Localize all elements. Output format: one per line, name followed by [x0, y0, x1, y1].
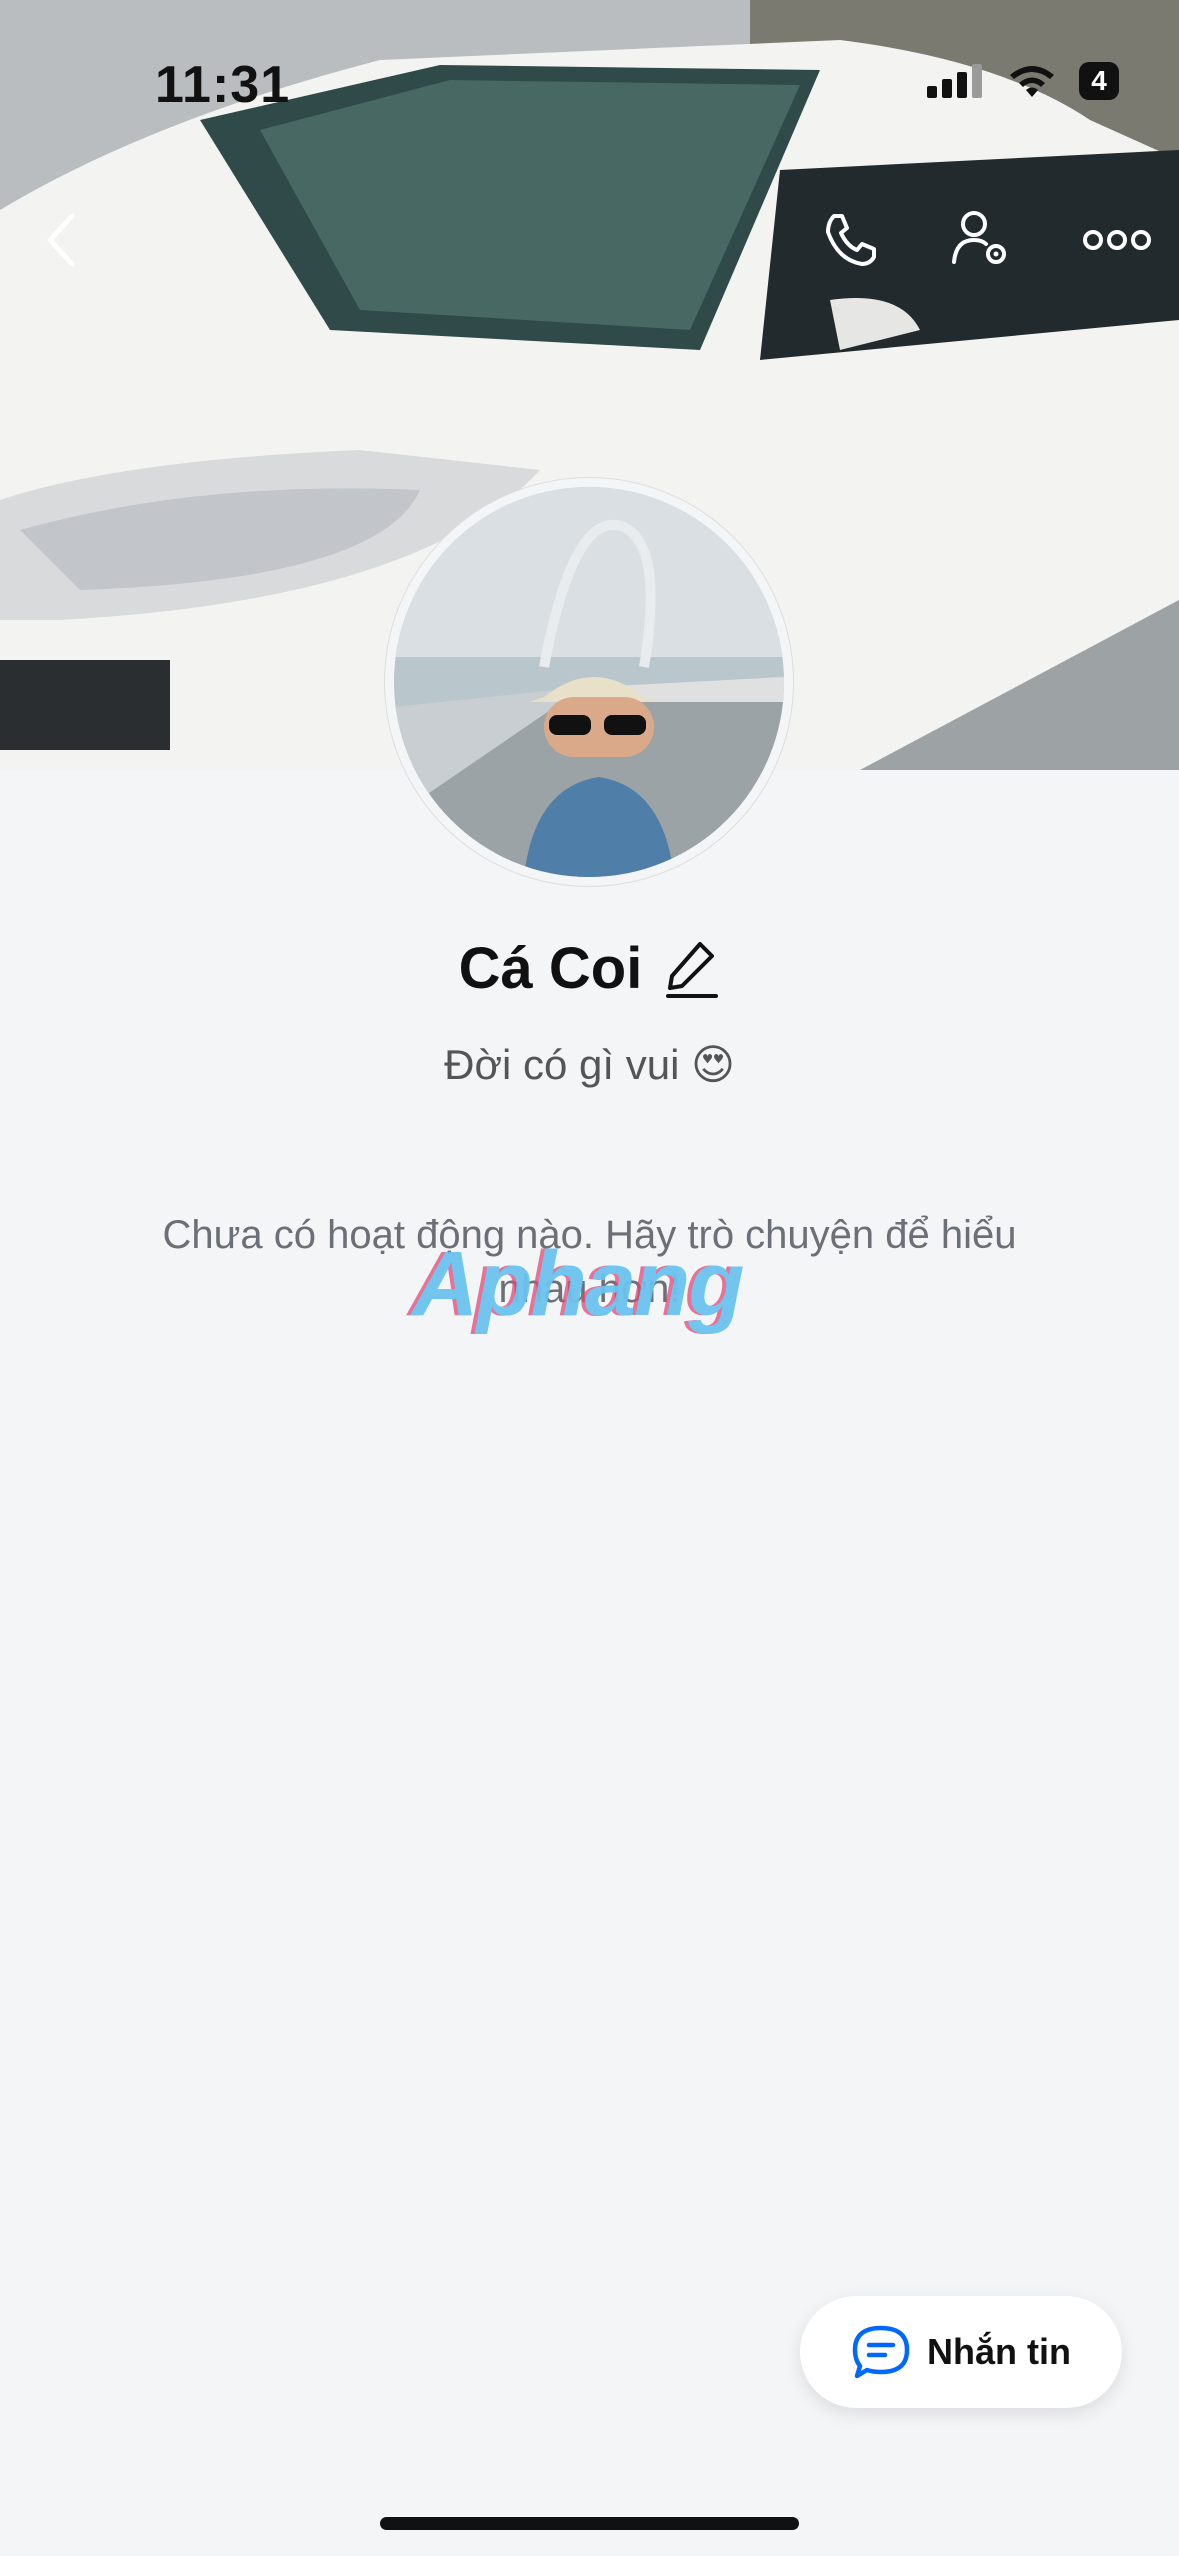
- battery-icon: 4: [1079, 62, 1119, 100]
- watermark-logo: Aphang: [412, 1233, 744, 1335]
- heart-eyes-emoji: 😍: [691, 1041, 735, 1088]
- profile-bio: Đời có gì vui 😍: [0, 1040, 1179, 1089]
- status-time: 11:31: [155, 56, 291, 114]
- back-arrow-icon: [47, 213, 75, 267]
- send-message-label: Nhắn tin: [927, 2331, 1071, 2372]
- user-settings-icon: [952, 211, 1006, 264]
- profile-name: Cá Coi: [458, 936, 643, 1001]
- pencil-icon[interactable]: [664, 938, 720, 1000]
- call-button[interactable]: [810, 200, 890, 280]
- send-message-button[interactable]: Nhắn tin: [800, 2296, 1122, 2408]
- bio-text: Đời có gì vui: [444, 1041, 680, 1088]
- phone-icon: [826, 214, 876, 266]
- signal-icon: [927, 64, 982, 98]
- avatar-image: [394, 487, 784, 877]
- back-button[interactable]: [22, 200, 102, 280]
- battery-level: 4: [1091, 65, 1107, 96]
- profile-name-row: Cá Coi: [0, 935, 1179, 1002]
- status-icons: 4: [927, 62, 1119, 100]
- wifi-icon: [1010, 66, 1054, 97]
- home-indicator[interactable]: [380, 2517, 799, 2530]
- more-icon: [1083, 230, 1151, 250]
- avatar[interactable]: [385, 478, 793, 886]
- chat-bubble-icon: [852, 2325, 910, 2379]
- more-button[interactable]: [1073, 200, 1161, 280]
- profile-settings-button[interactable]: [942, 200, 1022, 280]
